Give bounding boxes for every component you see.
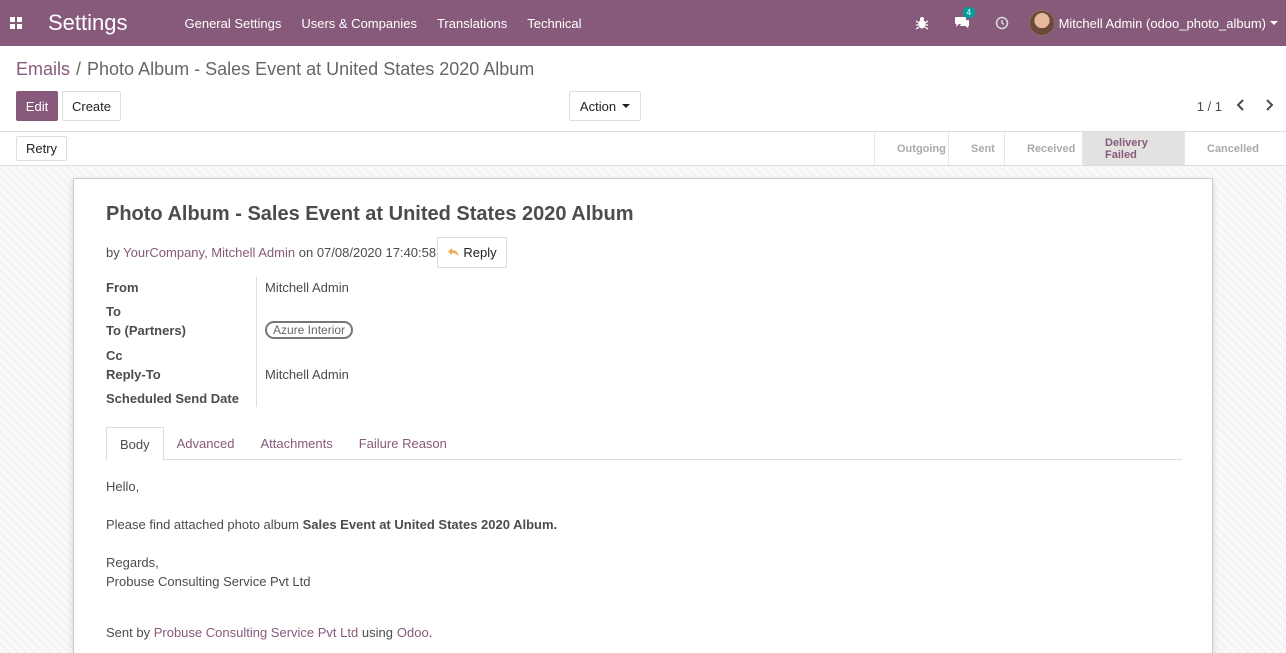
odoo-link[interactable]: Odoo <box>397 625 429 640</box>
app-title[interactable]: Settings <box>48 10 128 36</box>
from-value: Mitchell Admin <box>265 280 349 295</box>
pager-previous-icon[interactable] <box>1236 98 1246 117</box>
action-button-label: Action <box>579 98 617 114</box>
breadcrumb-separator: / <box>76 59 82 79</box>
cc-label: Cc <box>106 348 123 363</box>
partner-tag-azure-interior[interactable]: Azure Interior <box>265 321 354 339</box>
stage-received[interactable]: Received <box>1004 132 1082 165</box>
action-dropdown-button[interactable]: Action <box>569 91 641 121</box>
menu-users-companies[interactable]: Users & Companies <box>301 16 417 31</box>
reply-to-value: Mitchell Admin <box>265 367 349 382</box>
mail-date: 07/08/2020 17:40:58 <box>316 245 437 260</box>
form-sheet: Photo Album - Sales Event at United Stat… <box>73 178 1213 653</box>
stage-cancelled[interactable]: Cancelled <box>1184 132 1286 165</box>
sender-link[interactable]: Probuse Consulting Service Pvt Ltd <box>154 625 359 640</box>
tab-failure-reason[interactable]: Failure Reason <box>346 427 460 460</box>
breadcrumb-current: Photo Album - Sales Event at United Stat… <box>87 59 535 79</box>
menu-translations[interactable]: Translations <box>437 16 507 31</box>
messages-badge: 4 <box>962 7 976 18</box>
mail-subject: Photo Album - Sales Event at United Stat… <box>106 203 634 225</box>
edit-button[interactable]: Edit <box>16 91 58 121</box>
stage-pipeline: Outgoing Sent Received Delivery Failed C… <box>874 132 1286 165</box>
stage-outgoing[interactable]: Outgoing <box>874 132 948 165</box>
reply-button[interactable]: Reply <box>437 237 507 268</box>
body-signature: Sent by Probuse Consulting Service Pvt L… <box>106 625 432 640</box>
tab-attachments[interactable]: Attachments <box>247 427 345 460</box>
mail-byline: by YourCompany, Mitchell Admin on 07/08/… <box>106 245 436 260</box>
scheduled-send-date-label: Scheduled Send Date <box>106 391 239 406</box>
menu-technical[interactable]: Technical <box>527 16 581 31</box>
body-greeting: Hello, <box>106 479 140 494</box>
breadcrumb-emails-link[interactable]: Emails <box>16 59 70 80</box>
tab-advanced[interactable]: Advanced <box>164 427 248 460</box>
menu-general-settings[interactable]: General Settings <box>185 16 282 31</box>
stage-sent[interactable]: Sent <box>948 132 1004 165</box>
to-label: To <box>106 304 121 319</box>
activity-clock-icon[interactable] <box>989 16 1015 30</box>
user-avatar[interactable] <box>1028 10 1055 36</box>
stage-delivery-failed[interactable]: Delivery Failed <box>1082 132 1184 165</box>
action-caret-icon <box>622 104 631 108</box>
body-regards: Regards, <box>106 555 159 570</box>
reply-icon <box>447 245 460 261</box>
create-button[interactable]: Create <box>62 91 121 121</box>
reply-button-label: Reply <box>463 245 497 260</box>
user-menu-name[interactable]: Mitchell Admin (odoo_photo_album) <box>1059 16 1266 31</box>
body-album-prefix: Please find attached photo album <box>106 517 299 532</box>
user-menu-caret-icon[interactable] <box>1270 21 1278 25</box>
mail-author-link[interactable]: YourCompany, Mitchell Admin <box>123 245 295 260</box>
navbar-systray: 4 Mitchell Admin (odoo_photo_album) <box>909 0 1286 46</box>
notebook-tabs: Body Advanced Attachments Failure Reason <box>106 427 1182 461</box>
sent-by-text: Sent by <box>106 625 151 640</box>
pager-next-icon[interactable] <box>1264 98 1274 117</box>
debug-bug-icon[interactable] <box>909 16 935 30</box>
pager-value[interactable]: 1 / 1 <box>1197 99 1222 114</box>
retry-button[interactable]: Retry <box>16 136 67 161</box>
reply-to-label: Reply-To <box>106 367 161 382</box>
to-partners-label: To (Partners) <box>106 323 186 338</box>
messages-chat-icon[interactable]: 4 <box>949 7 976 30</box>
body-album-line: Please find attached photo album Sales E… <box>106 517 557 532</box>
byline-on: on <box>298 245 314 260</box>
tab-body[interactable]: Body <box>106 427 164 461</box>
apps-menu-icon[interactable] <box>0 0 32 46</box>
main-menu: General Settings Users & Companies Trans… <box>185 16 602 31</box>
breadcrumb: Emails / Photo Album - Sales Event at Un… <box>16 59 534 80</box>
byline-by: by <box>106 245 120 260</box>
top-navbar: Settings General Settings Users & Compan… <box>0 0 1286 46</box>
signature-end: . <box>428 625 433 640</box>
body-company: Probuse Consulting Service Pvt Ltd <box>106 574 311 589</box>
body-album-name: Sales Event at United States 2020 Album. <box>302 517 558 532</box>
form-statusbar: Retry Outgoing Sent Received Delivery Fa… <box>0 131 1286 166</box>
fields-divider <box>256 277 257 407</box>
from-label: From <box>106 280 139 295</box>
using-text: using <box>361 625 393 640</box>
